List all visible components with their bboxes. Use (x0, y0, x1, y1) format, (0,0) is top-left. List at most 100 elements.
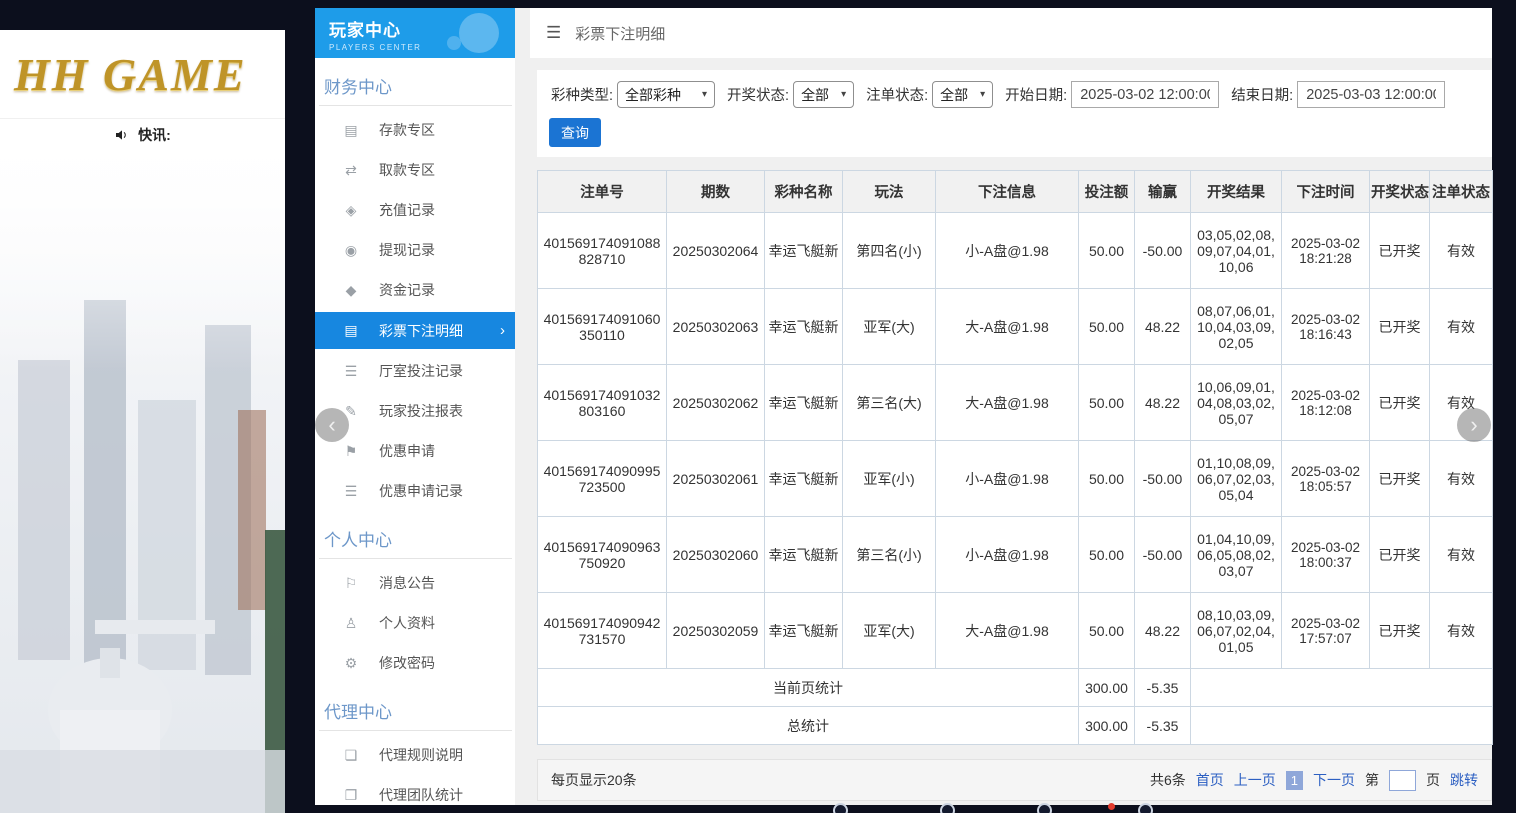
draw-status-select[interactable]: 全部 ▾ (793, 81, 854, 108)
jump-button[interactable]: 跳转 (1450, 770, 1478, 790)
sidebar-item-label: 修改密码 (379, 653, 435, 673)
sidebar-item-hall-bet-records[interactable]: ☰ 厅室投注记录 (315, 351, 515, 391)
cell-time: 2025-03-02 18:21:28 (1282, 213, 1370, 289)
cell-period: 20250302062 (667, 365, 765, 441)
city-skyline-illustration (0, 150, 285, 813)
col-header-bet-info: 下注信息 (936, 171, 1079, 213)
next-page-link[interactable]: 下一页 (1313, 770, 1355, 790)
cell-draw-status: 已开奖 (1370, 593, 1430, 669)
funds-icon: ◆ (343, 282, 359, 299)
deposit-icon: ▤ (343, 122, 359, 139)
sidebar-item-label: 代理团队统计 (379, 785, 463, 805)
cell-draw-status: 已开奖 (1370, 441, 1430, 517)
pagination-bar: 每页显示20条 共6条 首页 上一页 1 下一页 第 页 跳转 (537, 759, 1492, 801)
page-summary-amount: 300.00 (1079, 669, 1135, 707)
background-photo (0, 150, 285, 813)
start-date-label: 开始日期: (1005, 84, 1067, 105)
footer-icon-3 (1037, 803, 1052, 813)
speaker-icon (114, 127, 130, 143)
first-page-link[interactable]: 首页 (1196, 770, 1224, 790)
cell-info: 小-A盘@1.98 (936, 517, 1079, 593)
sidebar-item-label: 消息公告 (379, 573, 435, 593)
decor-circle-large (459, 13, 499, 53)
sidebar-item-personal-profile[interactable]: ♙ 个人资料 (315, 603, 515, 643)
bet-table: 注单号 期数 彩种名称 玩法 下注信息 投注额 输赢 开奖结果 下注时间 开奖状… (537, 170, 1493, 745)
cell-draw-status: 已开奖 (1370, 365, 1430, 441)
sidebar-item-agent-rules[interactable]: ❏ 代理规则说明 (315, 735, 515, 775)
caret-icon: ▾ (841, 89, 846, 100)
promo-records-icon: ☰ (343, 483, 359, 500)
col-header-bet-status: 注单状态 (1430, 171, 1493, 213)
sidebar-item-promo-apply[interactable]: ⚑ 优惠申请 (315, 431, 515, 471)
lottery-detail-icon: ▤ (343, 322, 359, 339)
prev-page-link[interactable]: 上一页 (1234, 770, 1276, 790)
page-summary-winloss: -5.35 (1135, 669, 1191, 707)
cell-time: 2025-03-02 18:12:08 (1282, 365, 1370, 441)
start-date-input[interactable] (1071, 81, 1219, 108)
cell-info: 大-A盘@1.98 (936, 289, 1079, 365)
cell-lottery: 幸运飞艇新 (765, 517, 843, 593)
draw-status-label: 开奖状态: (727, 84, 789, 105)
carousel-left-arrow[interactable]: ‹ (315, 408, 349, 442)
total-summary-label: 总统计 (538, 707, 1079, 745)
query-button[interactable]: 查询 (549, 118, 601, 147)
page-summary-spacer (1191, 669, 1493, 707)
carousel-right-arrow[interactable]: › (1457, 408, 1491, 442)
cell-play: 第三名(大) (843, 365, 936, 441)
sidebar-item-label: 代理规则说明 (379, 745, 463, 765)
cell-time: 2025-03-02 17:57:07 (1282, 593, 1370, 669)
end-date-input[interactable] (1297, 81, 1445, 108)
cell-info: 大-A盘@1.98 (936, 593, 1079, 669)
current-page[interactable]: 1 (1286, 771, 1303, 790)
cell-amount: 50.00 (1079, 593, 1135, 669)
cell-bet-no: 401569174091032803160 (538, 365, 667, 441)
total-summary-spacer (1191, 707, 1493, 745)
sidebar-item-withdraw-zone[interactable]: ⇄ 取款专区 (315, 150, 515, 190)
sidebar-item-deposit-zone[interactable]: ▤ 存款专区 (315, 110, 515, 150)
cell-result: 03,05,02,08,09,07,04,01,10,06 (1191, 213, 1282, 289)
cell-lottery: 幸运飞艇新 (765, 365, 843, 441)
cell-draw-status: 已开奖 (1370, 213, 1430, 289)
sidebar-item-label: 优惠申请 (379, 441, 435, 461)
sidebar-item-recharge-records[interactable]: ◈ 充值记录 (315, 190, 515, 230)
cell-amount: 50.00 (1079, 517, 1135, 593)
page-jump-input[interactable] (1389, 770, 1416, 791)
bet-status-select[interactable]: 全部 ▾ (932, 81, 993, 108)
lottery-type-select[interactable]: 全部彩种 ▾ (617, 81, 715, 108)
players-center-header: 玩家中心 PLAYERS CENTER (315, 8, 515, 58)
cell-period: 20250302061 (667, 441, 765, 517)
cell-lottery: 幸运飞艇新 (765, 593, 843, 669)
sidebar-item-label: 存款专区 (379, 120, 435, 140)
sidebar-item-agent-team-stats[interactable]: ❐ 代理团队统计 (315, 775, 515, 805)
sidebar-item-label: 厅室投注记录 (379, 361, 463, 381)
jump-label-pre: 第 (1365, 770, 1379, 790)
sidebar-item-cashout-records[interactable]: ◉ 提现记录 (315, 230, 515, 270)
filter-row: 彩种类型: 全部彩种 ▾ 开奖状态: 全部 ▾ 注单状态: 全部 ▾ 开始日期:… (549, 81, 1480, 108)
cell-amount: 50.00 (1079, 441, 1135, 517)
password-icon: ⚙ (343, 655, 359, 672)
sidebar-item-label: 充值记录 (379, 200, 435, 220)
page-summary-row: 当前页统计 300.00 -5.35 (538, 669, 1493, 707)
menu-icon[interactable]: ☰ (546, 23, 561, 43)
sidebar-item-funds-records[interactable]: ◆ 资金记录 (315, 270, 515, 310)
sidebar-item-change-password[interactable]: ⚙ 修改密码 (315, 643, 515, 683)
sidebar-item-lottery-bet-details[interactable]: ▤ 彩票下注明细 › (315, 312, 515, 349)
jump-label-post: 页 (1426, 770, 1440, 790)
cell-lottery: 幸运飞艇新 (765, 441, 843, 517)
cell-period: 20250302060 (667, 517, 765, 593)
sidebar-item-label: 个人资料 (379, 613, 435, 633)
cell-info: 小-A盘@1.98 (936, 213, 1079, 289)
cell-time: 2025-03-02 18:16:43 (1282, 289, 1370, 365)
cell-result: 01,04,10,09,06,05,08,02,03,07 (1191, 517, 1282, 593)
agent-team-icon: ❐ (343, 787, 359, 804)
sidebar-item-label: 玩家投注报表 (379, 401, 463, 421)
filter-panel: 彩种类型: 全部彩种 ▾ 开奖状态: 全部 ▾ 注单状态: 全部 ▾ 开始日期:… (537, 70, 1492, 157)
section-finance-center: 财务中心 (319, 58, 512, 106)
footer-icon-1 (833, 803, 848, 813)
bet-status-label: 注单状态: (866, 84, 928, 105)
col-header-bet-amount: 投注额 (1079, 171, 1135, 213)
sidebar-item-message-notice[interactable]: ⚐ 消息公告 (315, 563, 515, 603)
sidebar-item-promo-apply-records[interactable]: ☰ 优惠申请记录 (315, 471, 515, 511)
cell-period: 20250302063 (667, 289, 765, 365)
chevron-right-icon: › (500, 322, 505, 339)
